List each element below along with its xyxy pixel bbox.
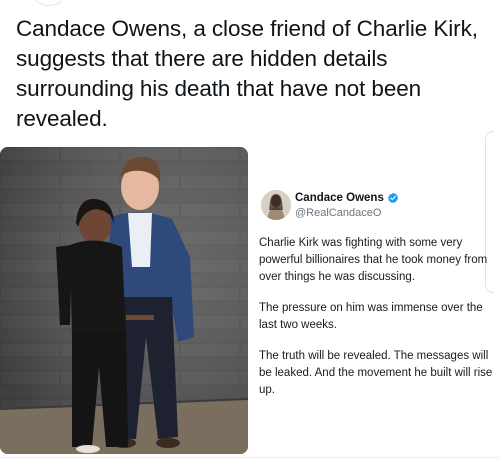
tweet-paragraph: The truth will be revealed. The messages… xyxy=(259,350,493,396)
tweet-author-name[interactable]: Candace Owens xyxy=(295,192,384,204)
tweet-author-handle[interactable]: @RealCandaceO xyxy=(295,207,381,219)
photo-illustration xyxy=(0,147,248,454)
tweet-author-avatar[interactable] xyxy=(261,190,291,220)
post-photo[interactable] xyxy=(0,147,248,454)
divider xyxy=(0,457,500,458)
tweet-paragraph: Charlie Kirk was fighting with some very… xyxy=(259,237,488,283)
avatar-image xyxy=(261,190,291,220)
tweet-paragraph: The pressure on him was immense over the… xyxy=(259,302,483,331)
tweet-author-row: Candace Owens xyxy=(295,192,399,204)
embedded-tweet-card[interactable]: Candace Owens @RealCandaceO Charlie Kirk… xyxy=(248,131,495,459)
post-text: Candace Owens, a close friend of Charlie… xyxy=(16,16,478,131)
verified-badge-icon xyxy=(387,192,398,204)
tweet-body: Charlie Kirk was fighting with some very… xyxy=(259,235,495,413)
post-media: Candace Owens @RealCandaceO Charlie Kirk… xyxy=(0,131,500,464)
avatar[interactable] xyxy=(34,0,64,6)
